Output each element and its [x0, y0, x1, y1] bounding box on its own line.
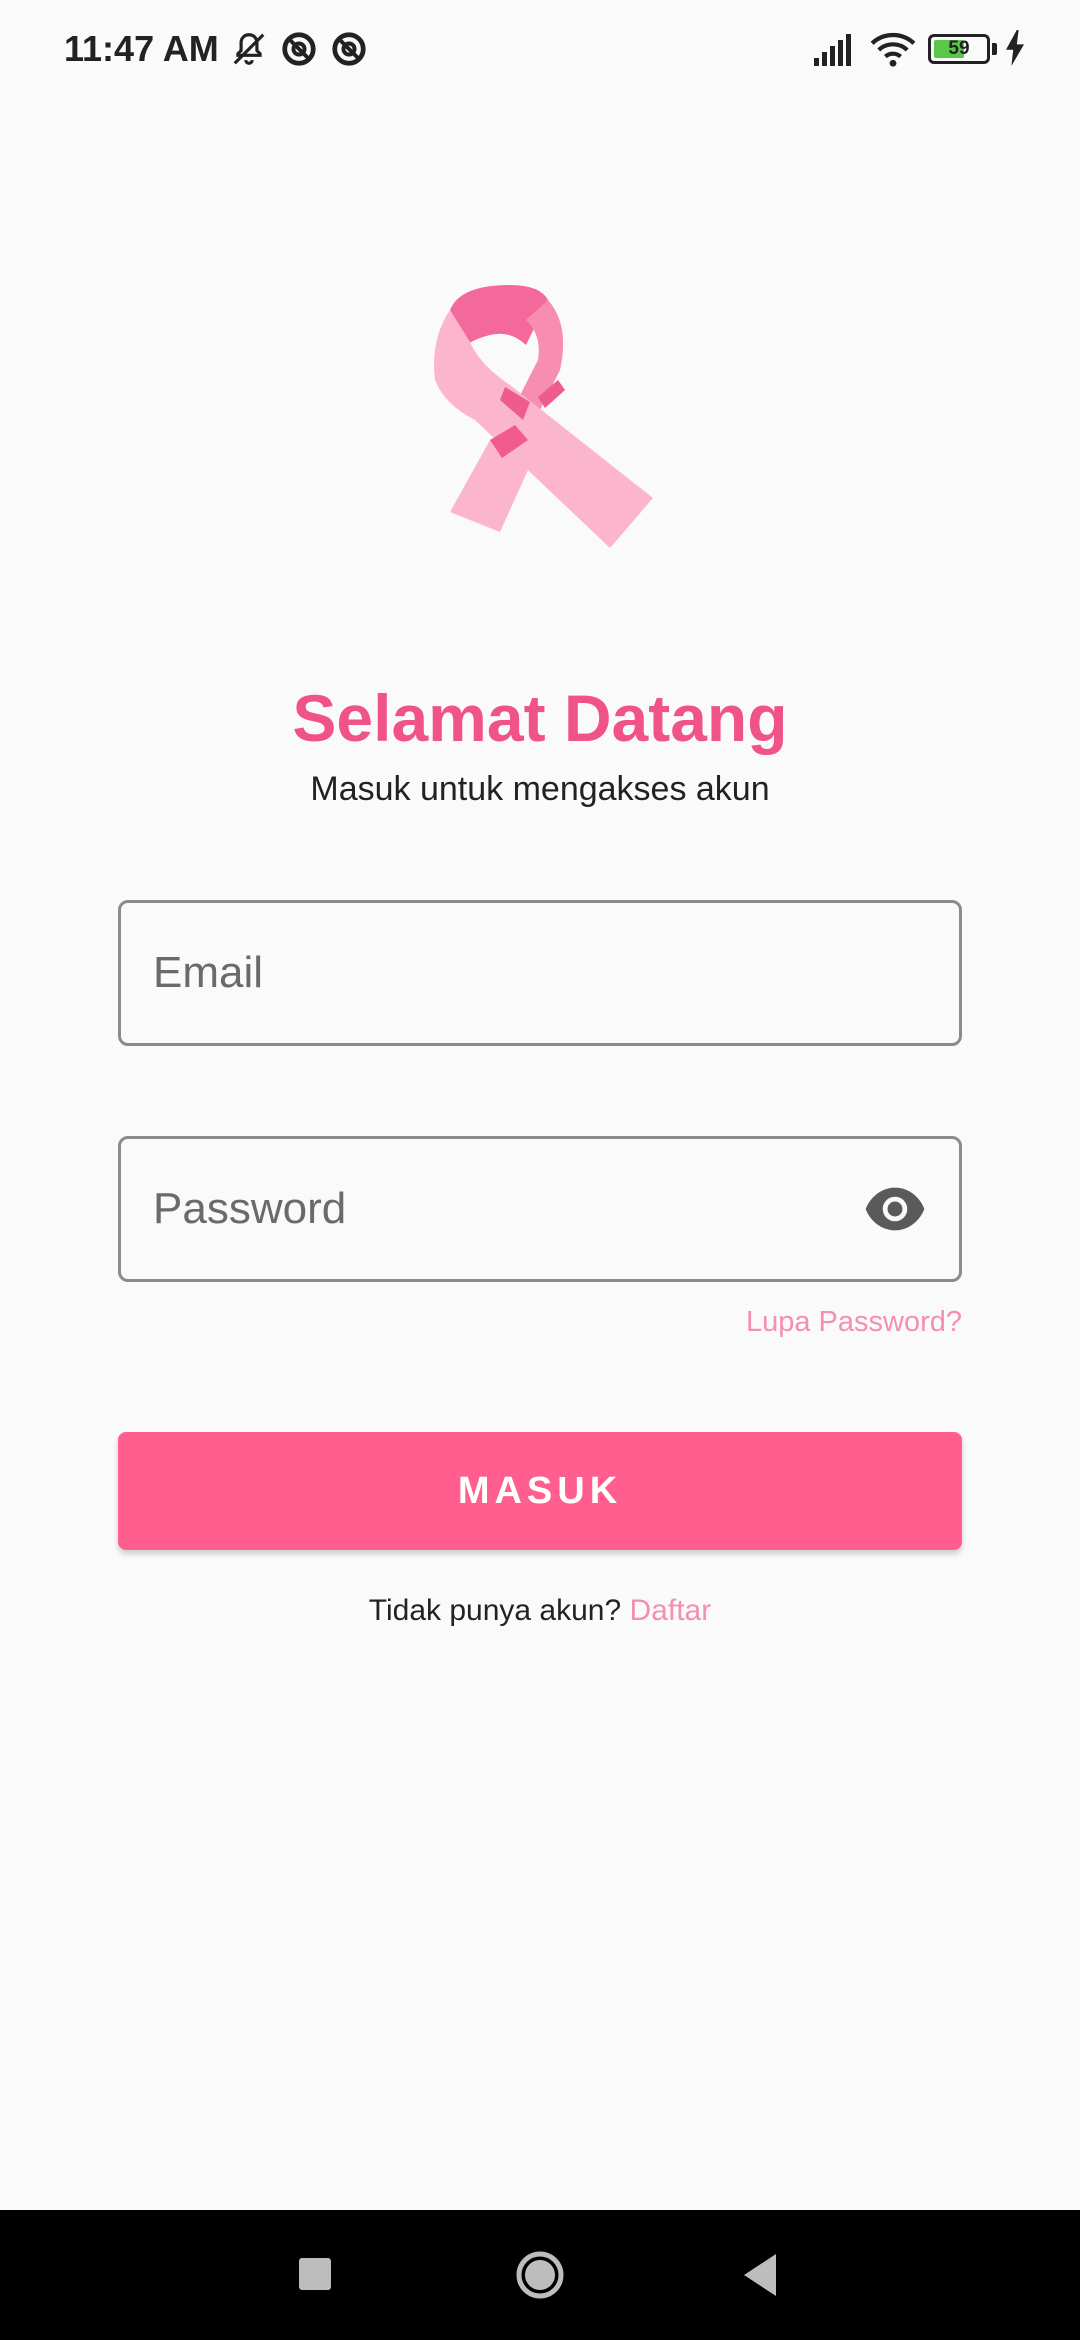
charging-bolt-icon — [1006, 30, 1024, 66]
wifi-icon — [870, 32, 916, 67]
battery-level-text: 59 — [948, 38, 970, 59]
app-notification-icon — [332, 32, 366, 66]
forgot-password-link[interactable]: Lupa Password? — [746, 1306, 962, 1339]
login-button[interactable]: MASUK — [118, 1432, 962, 1550]
email-placeholder: Email — [153, 948, 264, 997]
page-subtitle: Masuk untuk mengakses akun — [310, 770, 770, 808]
home-button[interactable] — [515, 2250, 565, 2300]
signup-link[interactable]: Daftar — [630, 1594, 712, 1627]
muted-bell-icon — [233, 33, 265, 65]
battery-icon: 59 — [928, 34, 990, 64]
recents-button[interactable] — [299, 2258, 331, 2290]
navigation-bar — [0, 2210, 1080, 2340]
login-button-label: MASUK — [457, 1470, 623, 1512]
battery-tip — [992, 43, 997, 55]
signal-icon — [814, 34, 851, 66]
status-time: 11:47 AM — [64, 28, 219, 69]
status-bar: 11:47 AM 59 — [0, 0, 1080, 100]
back-button[interactable] — [740, 2252, 780, 2298]
password-field[interactable]: Password — [118, 1136, 962, 1282]
signup-prompt: Tidak punya akun? — [368, 1594, 622, 1627]
password-placeholder: Password — [153, 1184, 347, 1233]
page-title: Selamat Datang — [292, 681, 788, 755]
pink-ribbon-icon — [434, 285, 653, 548]
app-notification-icon — [282, 32, 316, 66]
email-field[interactable]: Email — [118, 900, 962, 1046]
signup-row: Tidak punya akun? Daftar — [0, 1594, 1080, 1628]
eye-icon[interactable] — [863, 1185, 927, 1233]
